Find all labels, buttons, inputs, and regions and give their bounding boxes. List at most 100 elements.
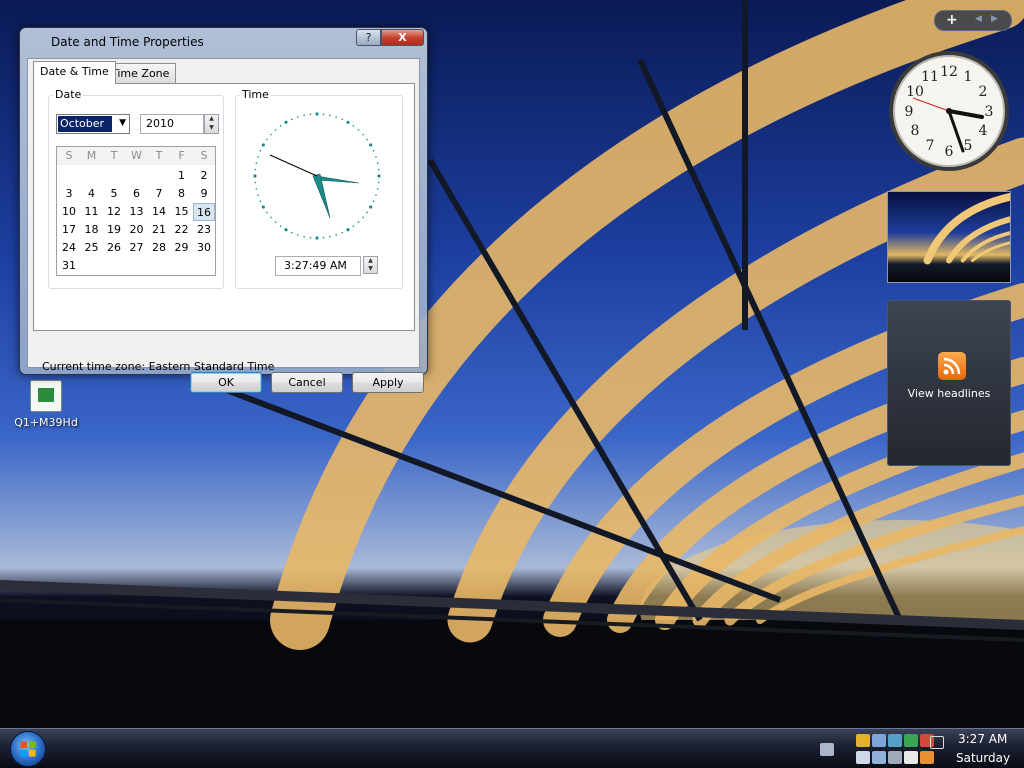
- feed-headlines-gadget[interactable]: View headlines: [887, 300, 1011, 466]
- calendar-day[interactable]: 15: [171, 203, 193, 221]
- svg-text:6: 6: [945, 144, 954, 160]
- spin-up-icon[interactable]: ▲: [364, 257, 377, 265]
- title-bar[interactable]: Date and Time Properties ? X: [20, 28, 427, 54]
- svg-text:3: 3: [985, 104, 994, 120]
- windows-logo-icon: [20, 741, 36, 757]
- keyboard-icon[interactable]: [820, 743, 834, 756]
- chevron-right-icon[interactable]: ▶: [991, 14, 998, 24]
- calendar-day[interactable]: 17: [58, 221, 80, 239]
- calendar-day[interactable]: 8: [171, 185, 193, 203]
- chevron-left-icon[interactable]: ◀: [975, 14, 982, 24]
- calendar-day[interactable]: 30: [193, 239, 215, 257]
- calendar-day[interactable]: 12: [103, 203, 125, 221]
- clock-tick: [290, 118, 293, 121]
- clock-tick: [375, 156, 377, 158]
- calendar-day[interactable]: 5: [103, 185, 125, 203]
- spin-down-icon[interactable]: ▼: [205, 124, 218, 133]
- calendar-day[interactable]: 1: [171, 167, 193, 185]
- calendar-day[interactable]: 23: [193, 221, 215, 239]
- calendar-day[interactable]: 6: [126, 185, 148, 203]
- calendar-icon[interactable]: [904, 751, 918, 764]
- apply-button[interactable]: Apply: [352, 372, 424, 393]
- calendar-day[interactable]: 10: [58, 203, 80, 221]
- monitor-icon[interactable]: [888, 751, 902, 764]
- calendar-day[interactable]: 21: [148, 221, 170, 239]
- close-button[interactable]: X: [381, 29, 424, 46]
- taskbar: 3:27 AM Saturday: [0, 728, 1024, 768]
- calendar-day[interactable]: 22: [171, 221, 193, 239]
- calendar-day[interactable]: 19: [103, 221, 125, 239]
- document-icon[interactable]: [856, 751, 870, 764]
- clock-tick: [377, 181, 380, 184]
- clock-tick: [257, 194, 259, 196]
- safely-remove-icon[interactable]: [904, 734, 918, 747]
- clock-tick: [290, 231, 293, 234]
- network-icon[interactable]: [872, 734, 886, 747]
- clock-tick: [346, 228, 350, 232]
- taskbar-clock-time[interactable]: 3:27 AM: [958, 732, 1007, 746]
- calendar-day[interactable]: 27: [126, 239, 148, 257]
- date-time-properties-window: Date and Time Properties ? X Date & Time…: [19, 27, 428, 393]
- calendar-day[interactable]: 4: [81, 185, 103, 203]
- clock-tick: [284, 228, 288, 232]
- svg-text:5: 5: [964, 138, 973, 154]
- speaker-icon[interactable]: [872, 751, 886, 764]
- calendar-day[interactable]: 7: [148, 185, 170, 203]
- magnifier-icon[interactable]: [920, 751, 934, 764]
- month-dropdown[interactable]: October ▼: [56, 114, 130, 134]
- ok-button[interactable]: OK: [190, 372, 262, 393]
- time-field[interactable]: 3:27:49 AM: [275, 256, 361, 276]
- slideshow-image: [923, 192, 1014, 265]
- calendar-day[interactable]: 29: [171, 239, 193, 257]
- add-gadget-button[interactable]: +: [946, 12, 958, 28]
- calendar-day[interactable]: 11: [81, 203, 103, 221]
- calendar-day[interactable]: 20: [126, 221, 148, 239]
- clock-tick: [254, 181, 257, 184]
- clock-tick: [341, 231, 344, 234]
- calendar-day-selected[interactable]: 16: [193, 203, 215, 221]
- date-group-label: Date: [53, 88, 84, 101]
- spin-down-icon[interactable]: ▼: [364, 265, 377, 273]
- year-field[interactable]: 2010: [140, 114, 204, 134]
- calendar-day[interactable]: 26: [103, 239, 125, 257]
- clock-tick: [377, 168, 380, 171]
- clock-tick: [369, 205, 373, 209]
- time-spinner[interactable]: ▲ ▼: [363, 256, 378, 274]
- clock-tick: [261, 143, 265, 147]
- clock-tick: [254, 168, 257, 171]
- clock-gadget[interactable]: 12 12 345 678 91011: [888, 50, 1010, 172]
- calendar-weekday-label: W: [131, 149, 142, 162]
- calendar-day[interactable]: 2: [193, 167, 215, 185]
- taskbar-clock-day[interactable]: Saturday: [956, 751, 1010, 765]
- clock-tick: [259, 200, 262, 203]
- calendar-day[interactable]: 3: [58, 185, 80, 203]
- year-spinner[interactable]: ▲ ▼: [204, 114, 219, 134]
- calendar-day[interactable]: 31: [58, 257, 80, 275]
- view-headlines-link[interactable]: View headlines: [888, 387, 1010, 400]
- security-shield-icon[interactable]: [856, 734, 870, 747]
- clock-tick: [372, 149, 375, 152]
- help-button[interactable]: ?: [356, 29, 381, 46]
- clock-tick: [376, 188, 379, 190]
- tab-date-and-time[interactable]: Date & Time: [33, 61, 116, 84]
- desktop-icon-workbook[interactable]: Q1+M39Hd: [1, 380, 91, 429]
- calendar-day[interactable]: 14: [148, 203, 170, 221]
- clock-tick: [372, 200, 375, 203]
- clock-tick: [366, 211, 368, 214]
- clock-tick: [352, 225, 355, 227]
- clock-tick: [274, 129, 277, 131]
- calendar-day[interactable]: 13: [126, 203, 148, 221]
- calendar-day[interactable]: 25: [81, 239, 103, 257]
- calendar-day[interactable]: 24: [58, 239, 80, 257]
- slideshow-gadget[interactable]: [887, 191, 1014, 283]
- message-icon[interactable]: [930, 736, 944, 749]
- clock-tick: [346, 120, 350, 124]
- cancel-button[interactable]: Cancel: [271, 372, 343, 393]
- calendar-day[interactable]: 28: [148, 239, 170, 257]
- calendar-day[interactable]: 18: [81, 221, 103, 239]
- calendar-day[interactable]: 9: [193, 185, 215, 203]
- start-button[interactable]: [10, 731, 46, 767]
- spin-up-icon[interactable]: ▲: [205, 115, 218, 124]
- display-icon[interactable]: [888, 734, 902, 747]
- window-title: Date and Time Properties: [51, 35, 204, 49]
